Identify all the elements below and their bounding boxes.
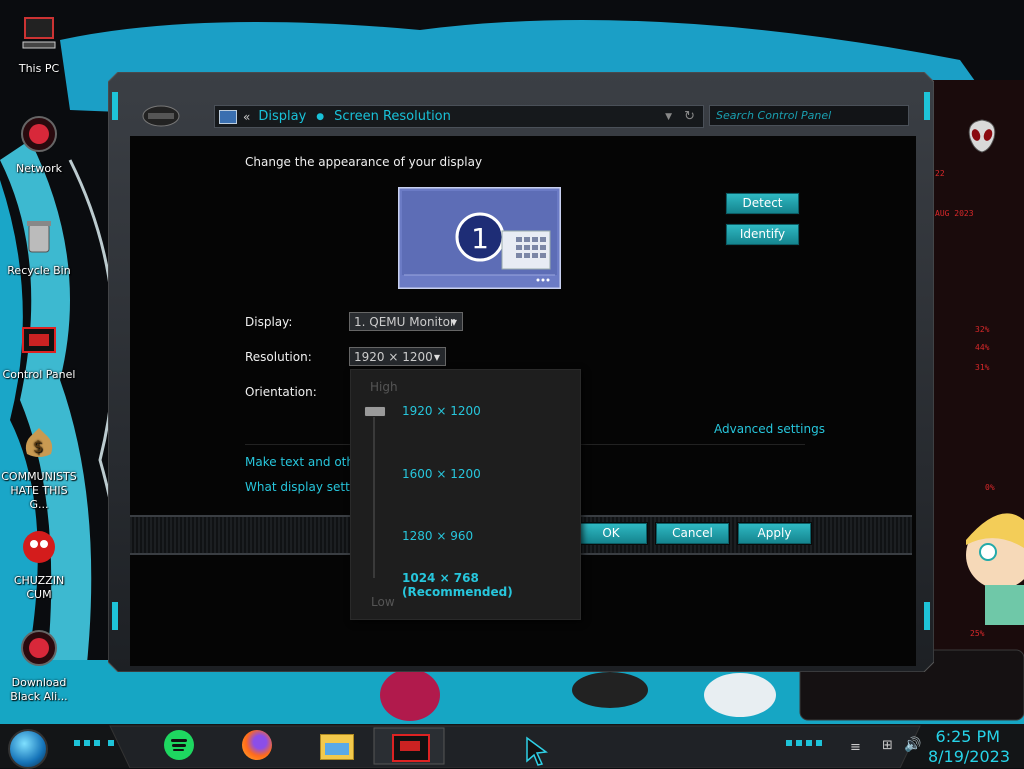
resolution-option[interactable]: 1600 × 1200 — [402, 467, 481, 481]
text-size-link[interactable]: Make text and other — [245, 455, 366, 469]
address-bar[interactable]: « Display ● Screen Resolution ▼ ↻ — [214, 105, 704, 128]
file-explorer-icon[interactable] — [320, 734, 354, 760]
money-bag-icon: $ — [25, 428, 53, 457]
resolution-option[interactable]: 1280 × 960 — [402, 529, 473, 543]
resolution-slider-track[interactable] — [373, 408, 375, 578]
monitor-number: 1 — [471, 222, 489, 255]
desktop-icon-recycle-bin[interactable]: Recycle Bin — [0, 216, 78, 278]
start-button[interactable] — [8, 729, 48, 769]
desktop-icon-communists[interactable]: $ COMMUNISTS HATE THIS G... — [0, 422, 78, 512]
address-dropdown-icon[interactable]: ▼ — [665, 112, 672, 122]
resolution-label: Resolution: — [245, 350, 312, 364]
desktop-icon-label: Control Panel — [2, 368, 76, 381]
resolution-dropdown: High 1920 × 1200 1600 × 1200 1280 × 960 … — [350, 369, 581, 620]
advanced-settings-link[interactable]: Advanced settings — [714, 422, 825, 436]
breadcrumb-display[interactable]: Display — [258, 109, 306, 124]
slider-high-label: High — [370, 380, 398, 394]
spotify-icon[interactable] — [164, 730, 194, 760]
alienware-logo-icon — [968, 119, 996, 153]
resolution-option-recommended[interactable]: 1024 × 768 (Recommended) — [402, 571, 580, 599]
resolution-slider-thumb[interactable] — [364, 406, 386, 417]
desktop-icon-network[interactable]: Network — [0, 114, 78, 176]
desktop-icon-label: Download Black Ali... — [10, 676, 68, 703]
breadcrumb-screen-resolution[interactable]: Screen Resolution — [334, 109, 451, 124]
chevron-down-icon: ▼ — [433, 353, 440, 362]
svg-text:32%: 32% — [975, 325, 990, 334]
desktop-icon-label: CHUZZIN CUM — [13, 574, 65, 601]
orientation-label: Orientation: — [245, 385, 317, 399]
alien-globe-icon — [21, 630, 57, 666]
desktop-icon-label: Recycle Bin — [7, 264, 71, 277]
ok-button[interactable]: OK — [575, 523, 647, 544]
resolution-select[interactable]: 1920 × 1200 ▼ — [349, 347, 446, 366]
display-select[interactable]: 1. QEMU Monitor ▼ — [349, 312, 463, 331]
desktop-icon-this-pc[interactable]: This PC — [0, 14, 78, 76]
search-input[interactable]: Search Control Panel — [709, 105, 909, 126]
display-select-value: 1. QEMU Monitor — [354, 315, 455, 329]
resolution-option[interactable]: 1920 × 1200 — [402, 404, 481, 418]
display-settings-icon — [219, 109, 237, 124]
desktop-icon-label: Network — [16, 162, 62, 175]
svg-text:44%: 44% — [975, 343, 990, 352]
svg-text:25%: 25% — [970, 629, 985, 638]
computer-icon — [22, 17, 56, 49]
monitor-preview[interactable]: 1 — [398, 187, 561, 289]
desktop-icon-download[interactable]: Download Black Ali... — [0, 628, 78, 704]
resolution-select-value: 1920 × 1200 — [354, 350, 433, 364]
back-chevron-icon[interactable]: « — [243, 110, 250, 124]
recycle-bin-icon — [27, 221, 51, 253]
network-tray-icon[interactable]: ⊞ — [882, 738, 893, 753]
clock-date[interactable]: 8/19/2023 — [920, 747, 1010, 766]
control-panel-icon[interactable] — [392, 734, 430, 762]
svg-text:$: $ — [33, 437, 43, 456]
cursor-icon — [526, 736, 548, 766]
identify-button[interactable]: Identify — [726, 224, 799, 245]
display-label: Display: — [245, 315, 293, 329]
clock-time[interactable]: 6:25 PM — [920, 727, 1000, 746]
show-desktop-icon[interactable]: ≡ — [850, 740, 861, 755]
slider-low-label: Low — [371, 595, 395, 609]
svg-text:22: 22 — [935, 169, 945, 178]
refresh-icon[interactable]: ↻ — [684, 109, 695, 124]
firefox-icon[interactable] — [242, 730, 272, 760]
desktop-icon-label: COMMUNISTS HATE THIS G... — [1, 470, 77, 511]
breadcrumb-separator-icon: ● — [316, 111, 325, 122]
volume-tray-icon[interactable]: 🔊 — [904, 737, 921, 753]
desktop-icon-control-panel[interactable]: Control Panel — [0, 320, 78, 382]
taskbar — [0, 724, 1024, 768]
chevron-down-icon: ▼ — [450, 318, 457, 327]
alien-globe-icon — [21, 116, 57, 152]
svg-text:0%: 0% — [985, 483, 995, 492]
svg-text:AUG 2023: AUG 2023 — [935, 209, 974, 218]
red-fuzzball-icon — [23, 531, 55, 563]
control-panel-icon — [22, 327, 56, 353]
cancel-button[interactable]: Cancel — [656, 523, 729, 544]
desktop-icon-label: This PC — [18, 62, 60, 75]
detect-button[interactable]: Detect — [726, 193, 799, 214]
page-heading: Change the appearance of your display — [245, 155, 483, 169]
apply-button[interactable]: Apply — [738, 523, 811, 544]
desktop-icon-chuzzin[interactable]: CHUZZIN CUM — [0, 526, 78, 602]
svg-text:31%: 31% — [975, 363, 990, 372]
